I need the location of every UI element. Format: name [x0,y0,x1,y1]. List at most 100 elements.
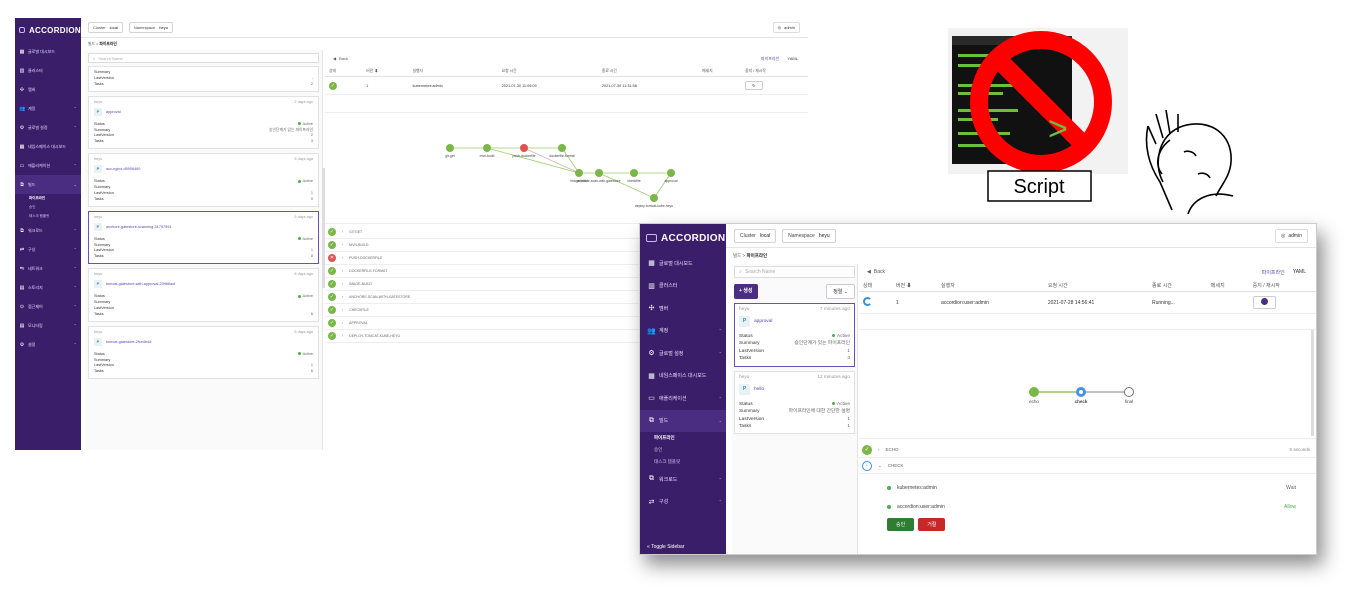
reject-button[interactable]: 거절 [918,518,946,531]
sidebar-item-4[interactable]: ⚙ 글로벌 설정 ⌃ [15,118,81,137]
sidebar-item-1[interactable]: ▥ 클러스터 [15,61,81,80]
sidebar-item-9[interactable]: ⇄ 구성 ⌃ [640,491,726,514]
tab-pipeline[interactable]: 파이프라인 [761,56,779,62]
sidebar-item-6[interactable]: ▭ 애플리케이션 ⌃ [15,156,81,175]
sidebar-subitem[interactable]: 태스크 템플릿 [640,456,726,468]
column-header[interactable]: 버전 ⬇ [362,67,409,77]
sidebar-item-label: 워크로드 [659,476,678,483]
sidebar-item-14[interactable]: ⚙ 설정 ⌃ [15,335,81,354]
sidebar-subitem[interactable]: 파이프라인 [15,194,81,203]
sidebar-item-6[interactable]: ▭ 애플리케이션 ⌃ [640,387,726,410]
search-input[interactable]: ⌕ Search Name [88,53,319,63]
namespace-selector[interactable]: Namespace heyu [782,228,836,243]
sidebar-item-5[interactable]: ▦ 네임스페이스 대시보드 [640,365,726,388]
back-button[interactable]: ◀ Back [859,264,1316,280]
toggle-sidebar-button[interactable]: « Toggle Sidebar [647,544,684,550]
column-header[interactable]: 종료 시간 [597,67,699,77]
column-header[interactable]: 상태 [859,280,892,292]
column-header[interactable]: 상태 [325,67,363,77]
user-menu[interactable]: ◎ admin [772,22,800,33]
step-name: GITGET [349,230,363,234]
sidebar-item-4[interactable]: ⚙ 글로벌 설정 ⌃ [640,342,726,365]
pipeline-badge-icon: P [94,107,102,116]
pipeline-card[interactable]: heyu 6 days ago Ptomcat-gatestore-2fce4b4d… [88,325,319,380]
column-header[interactable]: 버전 ⬇ [891,280,938,292]
back-button[interactable]: ◀ Back [325,50,808,67]
column-header[interactable]: 요청 시간 [1043,280,1148,292]
column-header[interactable]: 실행자 [408,67,498,77]
sidebar-item-13[interactable]: ▤ 모니터링 ⌃ [15,316,81,335]
tasks-value: 8 [310,254,313,259]
pipeline-name[interactable]: acc-nginx-d5906490 [106,167,140,171]
table-row[interactable]: 1 accordion:user:admin 2021-07-28 14:56:… [859,291,1316,314]
status-value: Active [831,333,850,340]
age-label: 5 days ago [294,214,313,219]
column-header[interactable]: 메세지 [698,67,742,77]
sort-dropdown[interactable]: 정렬 ⌄ [826,284,855,299]
status-label: Status [739,401,753,407]
sidebar-item-label: 클러스터 [659,283,678,290]
approve-button[interactable]: 승인 [887,518,915,531]
pipeline-card[interactable]: heyu 5 days ago Panchore-gatestore-scannin… [88,210,319,265]
sidebar-item-11[interactable]: ▤ 스토리지 ⌃ [15,278,81,297]
sidebar-item-7[interactable]: ⧉ 빌드 ⌄ [640,409,726,432]
sidebar-item-3[interactable]: 👥 계정 ⌃ [640,320,726,343]
column-header[interactable]: 중지 / 재시작 [1248,280,1316,292]
column-header[interactable]: 실행자 [937,280,1044,292]
sidebar-subitem[interactable]: 파이프라인 [640,432,726,444]
pipeline-card[interactable]: Summary LastVersion - Tasks 2 [88,66,319,92]
sidebar-item-5[interactable]: ▦ 네임스페이스 대시보드 [15,137,81,156]
pipeline-card[interactable]: heyu 2 days ago Papproval Status Active Summa… [88,95,319,150]
user-menu[interactable]: ◎ admin [1275,228,1308,243]
tab-yaml[interactable]: YAML [787,56,798,62]
cluster-selector[interactable]: Cluster local [88,22,123,33]
summary-value: 승인단계가 있는 파이프라인 [268,127,313,132]
column-header[interactable]: 메세지 [1206,280,1249,292]
sidebar-item-2[interactable]: ✣ 멤버 [15,80,81,99]
sidebar-item-label: 애플리케이션 [659,395,687,402]
card-title: Panchore-gatestore-scanning-31797991 [94,222,313,231]
sidebar-subitem[interactable]: 승인 [640,444,726,456]
pipeline-name[interactable]: approval [106,110,121,114]
table-row[interactable]: ✓ 1 kubernetes:admin 2021-07-30 11:09:09… [325,76,808,95]
sidebar-item-8[interactable]: ⧉ 워크로드 ⌃ [640,468,726,491]
column-header[interactable]: 요청 시간 [497,67,598,77]
column-header[interactable]: 중지 / 재시작 [741,67,808,77]
pipeline-name[interactable]: hello [754,387,764,392]
pipeline-card[interactable]: heyu 5 days ago Pacc-nginx-d5906490 Status A… [88,153,319,207]
sidebar-item-12[interactable]: ⊙ 접근제어 ⌃ [15,297,81,316]
create-button[interactable]: + 생성 [734,284,758,299]
step-row[interactable]: ◦ ⌄ CHECK [859,458,1316,474]
sidebar-item-0[interactable]: ▦ 글로벌 대시보드 [640,252,726,275]
sidebar-item-7[interactable]: ⧉ 빌드 ⌄ [15,175,81,194]
sidebar-item-3[interactable]: 👥 계정 ⌃ [15,99,81,118]
sidebar-item-9[interactable]: ⇄ 구성 ⌃ [15,240,81,259]
tab-pipeline[interactable]: 파이프라인 [1262,269,1285,276]
sidebar-subitem[interactable]: 태스크 템플릿 [15,212,81,221]
sidebar-subitem[interactable]: 승인 [15,203,81,212]
tab-yaml[interactable]: YAML [1293,269,1306,276]
user-icon: ◎ [1281,232,1286,239]
namespace-selector[interactable]: Namespace heyu [128,22,173,33]
sidebar-item-10[interactable]: ⇋ 네트워크 ⌃ [15,259,81,278]
pipeline-name[interactable]: anchore-gatestore-scanning-31797991 [106,225,171,229]
cluster-selector[interactable]: Cluster local [734,228,777,243]
pipeline-card[interactable]: heyu 6 days ago Ptomcat-gatestore-with-app… [88,268,319,322]
search-input[interactable]: ⌕ Search Name [734,266,855,278]
sidebar-item-1[interactable]: ▥ 클러스터 [640,275,726,298]
pipeline-name[interactable]: tomcat-gatestore-with-approval-20966acf [106,282,175,286]
graph-scrollbar[interactable] [1311,330,1314,436]
pipeline-name[interactable]: tomcat-gatestore-2fce4b4d [106,340,151,344]
card-title: Papproval [94,107,313,116]
sidebar-item-8[interactable]: ⧉ 워크로드 ⌃ [15,221,81,240]
pipeline-name[interactable]: approval [754,319,772,324]
step-row[interactable]: ✓ › ECHO 5 seconds [859,442,1316,458]
graph-node [1029,387,1039,397]
sidebar-item-0[interactable]: ▦ 글로벌 대시보드 [15,42,81,61]
pipeline-card[interactable]: heyu 12 minutes ago Phello Status Active Summ… [734,370,855,435]
column-header[interactable]: 종료 시간 [1148,280,1207,292]
restart-button[interactable]: ↻ [745,81,763,90]
stop-button[interactable] [1252,296,1276,309]
sidebar-item-2[interactable]: ✣ 멤버 [640,297,726,320]
pipeline-card[interactable]: heyu 7 minutes ago Papproval Status Active Su… [734,303,855,367]
